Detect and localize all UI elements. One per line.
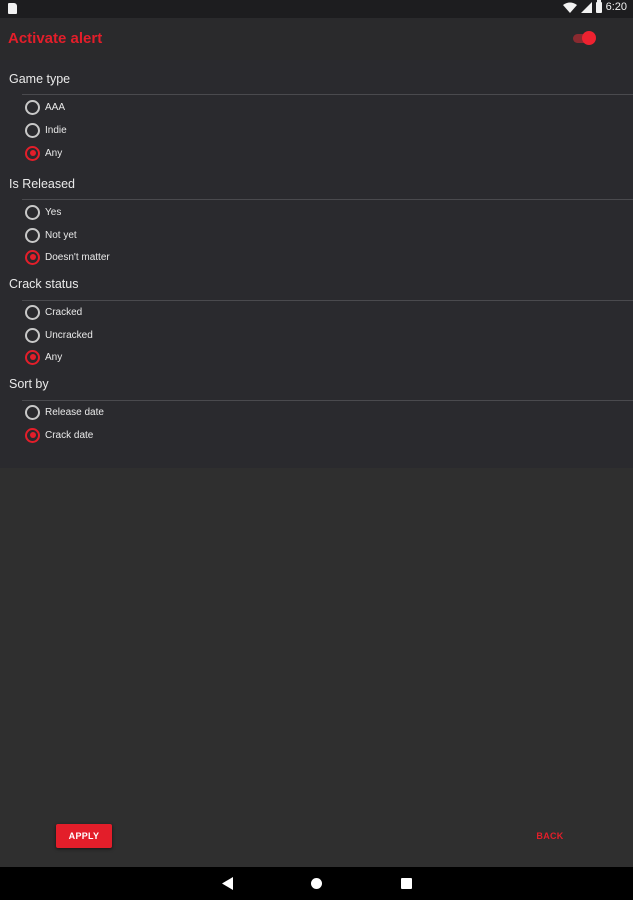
radio-option-indie[interactable]: Indie (25, 122, 67, 138)
home-circle-icon[interactable] (311, 878, 322, 889)
status-bar: 6:20 (0, 0, 633, 18)
radio-option-any-crack-status[interactable]: Any (25, 349, 62, 365)
radio-label: Not yet (45, 229, 77, 241)
battery-icon (595, 0, 602, 13)
divider (22, 94, 633, 95)
notification-area (8, 3, 17, 14)
radio-label: Crack date (45, 429, 94, 441)
section-title-is-released: Is Released (9, 177, 76, 191)
radio-option-uncracked[interactable]: Uncracked (25, 327, 93, 343)
radio-option-cracked[interactable]: Cracked (25, 304, 82, 320)
recents-square-icon[interactable] (401, 878, 412, 889)
sim-card-icon (8, 3, 17, 14)
page-title: Activate alert (8, 30, 103, 47)
radio-label: Indie (45, 124, 67, 136)
radio-label: Release date (45, 406, 104, 418)
radio-button-selected[interactable] (25, 249, 40, 265)
section-title-crack-status: Crack status (9, 277, 79, 291)
activate-alert-toggle[interactable] (573, 31, 597, 45)
back-button[interactable]: BACK (525, 824, 575, 848)
section-title-sort-by: Sort by (9, 377, 49, 391)
radio-label: Yes (45, 206, 62, 218)
back-triangle-icon[interactable] (222, 877, 233, 890)
radio-option-not-yet[interactable]: Not yet (25, 227, 77, 243)
radio-label: Any (45, 351, 63, 363)
system-nav-bar (0, 867, 633, 900)
wifi-icon (562, 2, 577, 13)
radio-label: Uncracked (45, 329, 93, 341)
radio-label: Cracked (45, 306, 83, 318)
cell-signal-icon (580, 1, 592, 13)
radio-button[interactable] (25, 327, 40, 343)
divider (22, 300, 633, 301)
radio-button-selected[interactable] (25, 145, 40, 161)
filter-panel: Game type AAA Indie Any Is Released Yes … (0, 60, 633, 468)
divider (22, 400, 633, 401)
toggle-thumb (582, 31, 596, 45)
divider (22, 199, 633, 200)
radio-option-any-game-type[interactable]: Any (25, 145, 62, 161)
app-bar: Activate alert (0, 18, 633, 60)
status-icons: 6:20 (562, 0, 627, 13)
radio-button[interactable] (25, 304, 40, 320)
radio-label: Any (45, 147, 63, 159)
radio-option-yes[interactable]: Yes (25, 204, 61, 220)
radio-option-doesnt-matter[interactable]: Doesn't matter (25, 249, 110, 265)
radio-button-selected[interactable] (25, 427, 40, 443)
section-title-game-type: Game type (9, 72, 71, 86)
radio-button[interactable] (25, 99, 40, 115)
apply-button[interactable]: APPLY (56, 824, 112, 848)
radio-button[interactable] (25, 404, 40, 420)
radio-button[interactable] (25, 204, 40, 220)
screen: 6:20 Activate alert Game type AAA Indie … (0, 0, 633, 900)
radio-label: Doesn't matter (45, 251, 110, 263)
radio-button[interactable] (25, 227, 40, 243)
radio-option-aaa[interactable]: AAA (25, 99, 65, 115)
radio-label: AAA (45, 101, 66, 113)
radio-button-selected[interactable] (25, 349, 40, 365)
radio-button[interactable] (25, 122, 40, 138)
clock: 6:20 (605, 1, 627, 13)
radio-option-crack-date[interactable]: Crack date (25, 427, 93, 443)
radio-option-release-date[interactable]: Release date (25, 404, 104, 420)
